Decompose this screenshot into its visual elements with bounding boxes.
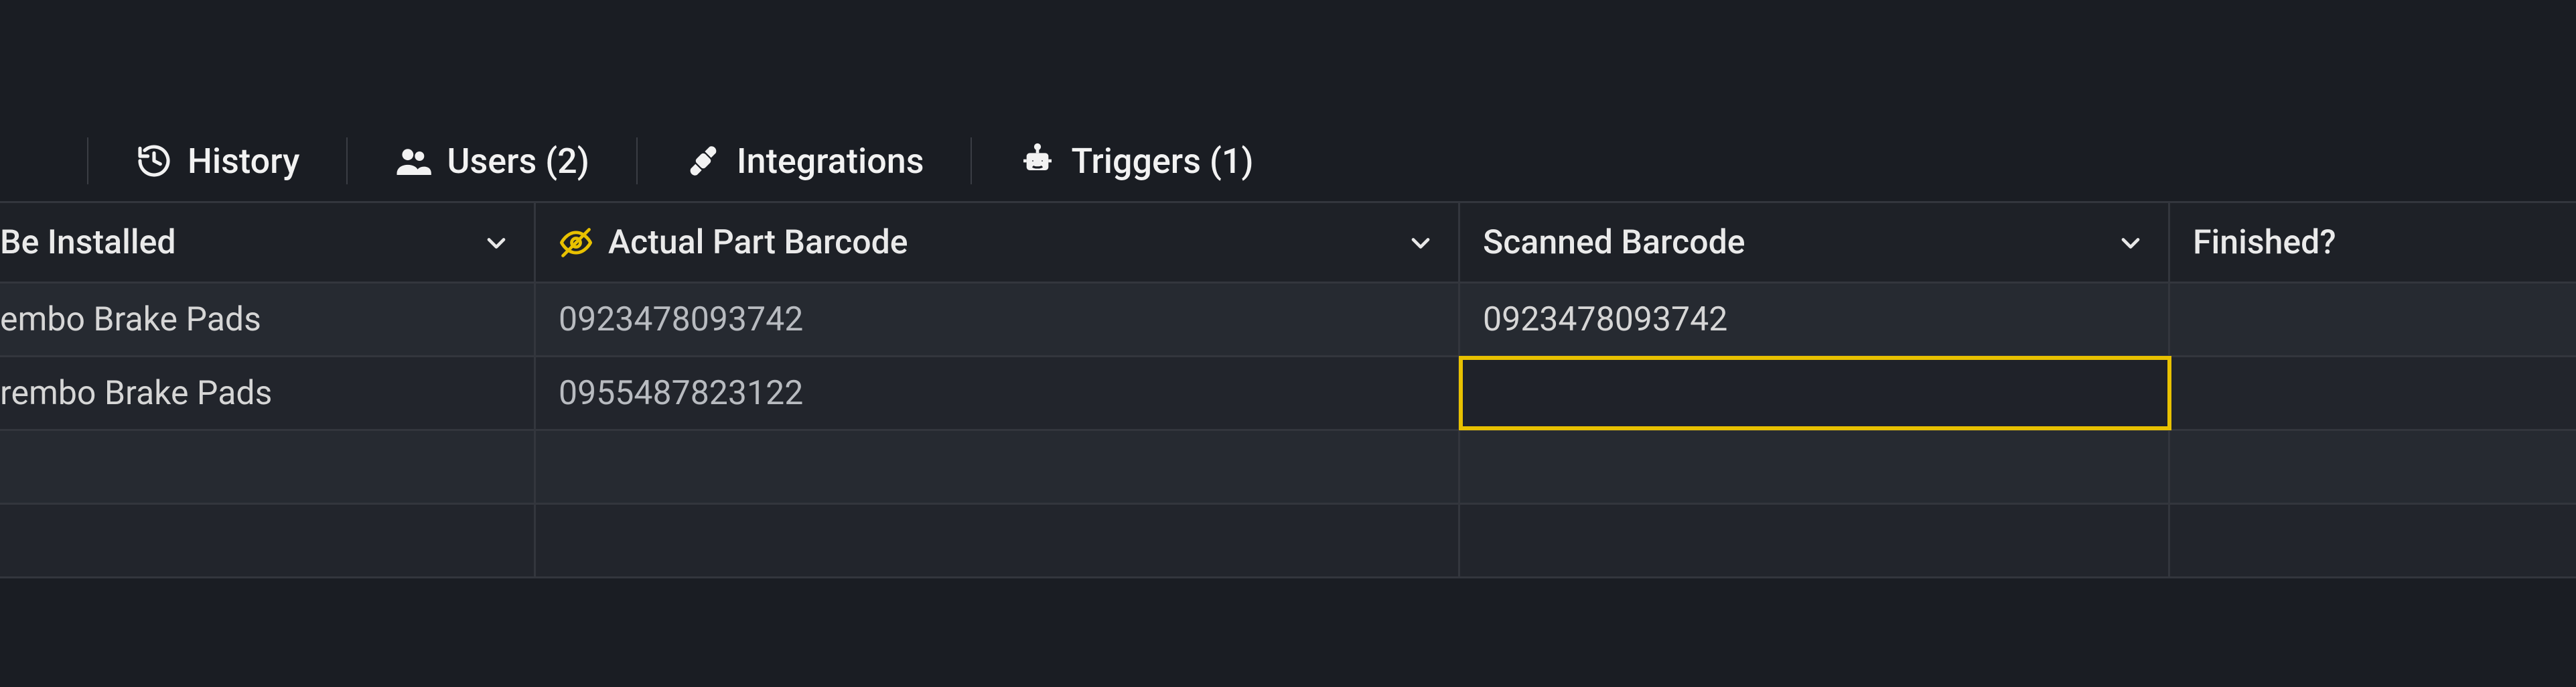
cell-finished[interactable] [2170,505,2576,576]
tab-separator [346,137,348,184]
tab-label: Users (2) [447,141,589,182]
column-header-scanned-barcode[interactable]: Scanned Barcode [1460,203,2170,282]
chevron-down-icon[interactable] [1406,228,1435,257]
eye-off-icon [559,225,593,260]
column-header-be-installed[interactable]: Be Installed [0,203,536,282]
tab-label: Triggers (1) [1071,141,1253,182]
column-header-label: Scanned Barcode [1483,223,1745,262]
cell-scanned-barcode[interactable] [1460,431,2170,503]
tab-users[interactable]: Users (2) [368,141,616,182]
history-icon [135,142,173,180]
tab-history[interactable]: History [109,141,326,182]
cell-text: embo Brake Pads [0,300,261,339]
tab-label: Integrations [737,141,924,182]
column-header-finished[interactable]: Finished? [2170,203,2576,282]
cell-finished[interactable] [2170,431,2576,503]
cell-actual-barcode[interactable] [536,505,1460,576]
plug-icon [685,142,722,180]
users-icon [395,142,432,180]
column-header-label: Be Installed [0,223,176,262]
tabs-bar: History Users (2) [0,121,2576,201]
cell-scanned-barcode[interactable] [1460,505,2170,576]
cell-finished[interactable] [2170,284,2576,355]
column-header-actual-barcode[interactable]: Actual Part Barcode [536,203,1460,282]
cell-text: rembo Brake Pads [0,374,272,413]
cell-be-installed[interactable]: embo Brake Pads [0,284,536,355]
column-header-label: Actual Part Barcode [608,223,908,262]
cell-actual-barcode[interactable]: 0955487823122 [536,357,1460,429]
tab-triggers[interactable]: Triggers (1) [992,141,1280,182]
chevron-down-icon[interactable] [482,228,511,257]
robot-icon [1019,142,1056,180]
cell-text: 0923478093742 [1483,300,1727,339]
app-root: History Users (2) [0,0,2576,687]
top-spacer [0,0,2576,121]
cell-scanned-barcode[interactable] [1460,357,2170,429]
cell-finished[interactable] [2170,357,2576,429]
tab-separator [87,137,88,184]
table-header-row: Be Installed Actual Part Barcode [0,203,2576,284]
cell-text: 0923478093742 [559,300,803,339]
cell-actual-barcode[interactable] [536,431,1460,503]
tab-integrations[interactable]: Integrations [658,141,951,182]
cell-be-installed[interactable]: rembo Brake Pads [0,357,536,429]
cell-scanned-barcode[interactable]: 0923478093742 [1460,284,2170,355]
cell-text: 0955487823122 [559,374,803,413]
cell-be-installed[interactable] [0,431,536,503]
cell-be-installed[interactable] [0,505,536,576]
tab-separator [971,137,972,184]
chevron-down-icon[interactable] [2116,228,2145,257]
data-grid: Be Installed Actual Part Barcode [0,201,2576,687]
tab-label: History [188,141,299,182]
tab-separator [636,137,638,184]
table-row [0,505,2576,578]
table-row: rembo Brake Pads 0955487823122 [0,357,2576,431]
table-row [0,431,2576,505]
table-row: embo Brake Pads 0923478093742 0923478093… [0,284,2576,357]
cell-actual-barcode[interactable]: 0923478093742 [536,284,1460,355]
column-header-label: Finished? [2193,223,2336,262]
